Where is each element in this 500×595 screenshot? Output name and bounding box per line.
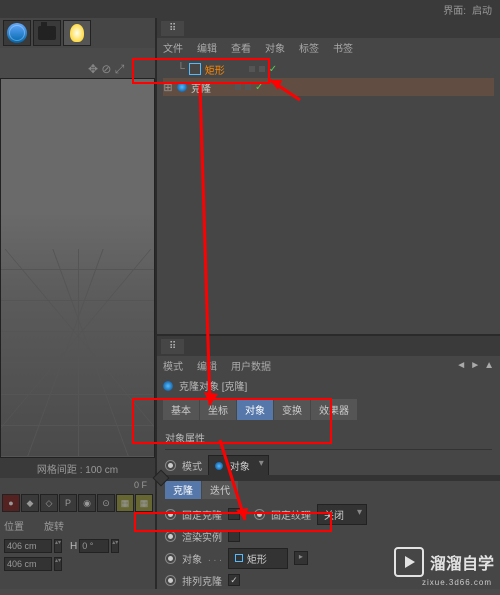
spline-icon — [189, 63, 201, 75]
object-radio[interactable] — [165, 553, 176, 564]
pla-key-button[interactable]: ▦ — [135, 494, 153, 512]
layout-label: 界面: — [443, 2, 466, 17]
globe-icon — [7, 23, 27, 43]
renderinst-checkbox[interactable] — [228, 530, 240, 542]
rot-key-button[interactable]: ⊙ — [97, 494, 115, 512]
attr-title: 克隆对象 [克隆] — [179, 378, 247, 393]
section-header: 对象属性 — [165, 426, 492, 450]
display-mode-button[interactable] — [3, 20, 31, 46]
menu-tags[interactable]: 标签 — [299, 40, 319, 55]
object-name[interactable]: 克隆 — [191, 80, 211, 95]
watermark: 溜溜自学 — [394, 547, 494, 577]
objmgr-tab[interactable]: ⠿ — [161, 21, 184, 36]
fixclone-label: 固定克隆 — [182, 507, 222, 522]
pos-y-input[interactable] — [4, 557, 52, 571]
watermark-logo-icon — [394, 547, 424, 577]
attr-menu-edit[interactable]: 编辑 — [197, 358, 217, 373]
spline-icon — [235, 554, 243, 562]
object-field-label: 对象 — [182, 551, 202, 566]
camera-icon — [38, 26, 56, 40]
bulb-icon — [70, 24, 84, 42]
menu-edit[interactable]: 编辑 — [197, 40, 217, 55]
objmgr-menu: 文件 编辑 查看 对象 标签 书签 — [157, 38, 500, 56]
fixclone-checkbox[interactable] — [228, 508, 240, 520]
fixtex-dropdown[interactable]: 关闭 — [317, 504, 367, 525]
history-up-icon[interactable]: ▲ — [484, 360, 494, 371]
object-row-rectangle[interactable]: └ 矩形 ✓ — [163, 60, 494, 78]
timeline-panel: 0 F ● ◆ ◇ P ◉ ⊙ ▦ ▦ 位置 旋转 ▴▾ H ▴▾ ▴▾ — [0, 478, 155, 589]
attrmgr-tab[interactable]: ⠿ — [161, 339, 184, 354]
key-button[interactable]: ◆ — [21, 494, 39, 512]
viewport[interactable] — [0, 78, 155, 458]
cloner-icon — [177, 82, 187, 92]
subtab-iterate[interactable]: 迭代 — [202, 480, 238, 499]
array-radio[interactable] — [165, 575, 176, 586]
array-checkbox[interactable] — [228, 574, 240, 586]
viewport-toolbar — [0, 18, 155, 48]
watermark-text: 溜溜自学 — [430, 550, 494, 574]
attr-menu-mode[interactable]: 模式 — [163, 358, 183, 373]
pos-key-button[interactable]: P — [59, 494, 77, 512]
attr-menu-userdata[interactable]: 用户数据 — [231, 358, 271, 373]
tab-coord[interactable]: 坐标 — [200, 399, 236, 420]
enable-check-icon[interactable]: ✓ — [255, 82, 263, 93]
renderinst-label: 渲染实例 — [182, 529, 222, 544]
expand-icon[interactable]: ⊞ — [163, 81, 173, 94]
enable-check-icon[interactable]: ✓ — [269, 64, 277, 75]
cloner-icon — [163, 381, 173, 391]
object-name[interactable]: 矩形 — [205, 62, 225, 77]
watermark-url: zixue.3d66.com — [422, 578, 492, 587]
renderinst-radio[interactable] — [165, 531, 176, 542]
history-back-icon[interactable]: ◄ — [456, 360, 466, 371]
fixclone-radio[interactable] — [165, 509, 176, 520]
menu-object[interactable]: 对象 — [265, 40, 285, 55]
history-fwd-icon[interactable]: ► — [470, 360, 480, 371]
menu-file[interactable]: 文件 — [163, 40, 183, 55]
object-picker-button[interactable]: ▸ — [294, 551, 308, 565]
pos-x-input[interactable] — [4, 539, 52, 553]
fixtex-label: 固定纹理 — [271, 507, 311, 522]
tab-object[interactable]: 对象 — [237, 399, 273, 420]
tab-transform[interactable]: 变换 — [274, 399, 310, 420]
array-label: 排列克隆 — [182, 573, 222, 588]
menu-bookmarks[interactable]: 书签 — [333, 40, 353, 55]
viewport-footer: 网格间距 : 100 cm — [0, 458, 155, 478]
mode-label: 模式 — [182, 458, 202, 473]
object-link-field[interactable]: 矩形 — [228, 548, 288, 569]
subtab-clone[interactable]: 克隆 — [165, 480, 201, 499]
mode-dropdown[interactable]: 对象 — [208, 455, 269, 476]
tab-basic[interactable]: 基本 — [163, 399, 199, 420]
tab-effectors[interactable]: 效果器 — [311, 399, 357, 420]
mode-radio[interactable] — [165, 460, 176, 471]
rotation-label: 旋转 — [44, 518, 64, 533]
rot-h-input[interactable] — [79, 539, 109, 553]
fixtex-radio[interactable] — [254, 509, 265, 520]
move-icons: ✥ ⊘ ⤢ — [88, 62, 124, 77]
timeline-slider[interactable] — [155, 475, 500, 481]
cloner-icon — [215, 462, 223, 470]
record-button[interactable]: ● — [2, 494, 20, 512]
temp-label: 0 F — [134, 480, 147, 490]
camera-button[interactable] — [33, 20, 61, 46]
menu-view[interactable]: 查看 — [231, 40, 251, 55]
autokey-button[interactable]: ◇ — [40, 494, 58, 512]
scale-key-button[interactable]: ◉ — [78, 494, 96, 512]
pos-y-spinner[interactable]: ▴▾ — [54, 557, 62, 571]
light-button[interactable] — [63, 20, 91, 46]
position-label: 位置 — [4, 518, 24, 533]
rot-h-spinner[interactable]: ▴▾ — [111, 539, 119, 553]
pos-x-spinner[interactable]: ▴▾ — [54, 539, 62, 553]
param-key-button[interactable]: ▦ — [116, 494, 134, 512]
layout-dropdown[interactable]: 启动 — [472, 2, 492, 17]
object-row-cloner[interactable]: ⊞ 克隆 ✓ — [163, 78, 494, 96]
